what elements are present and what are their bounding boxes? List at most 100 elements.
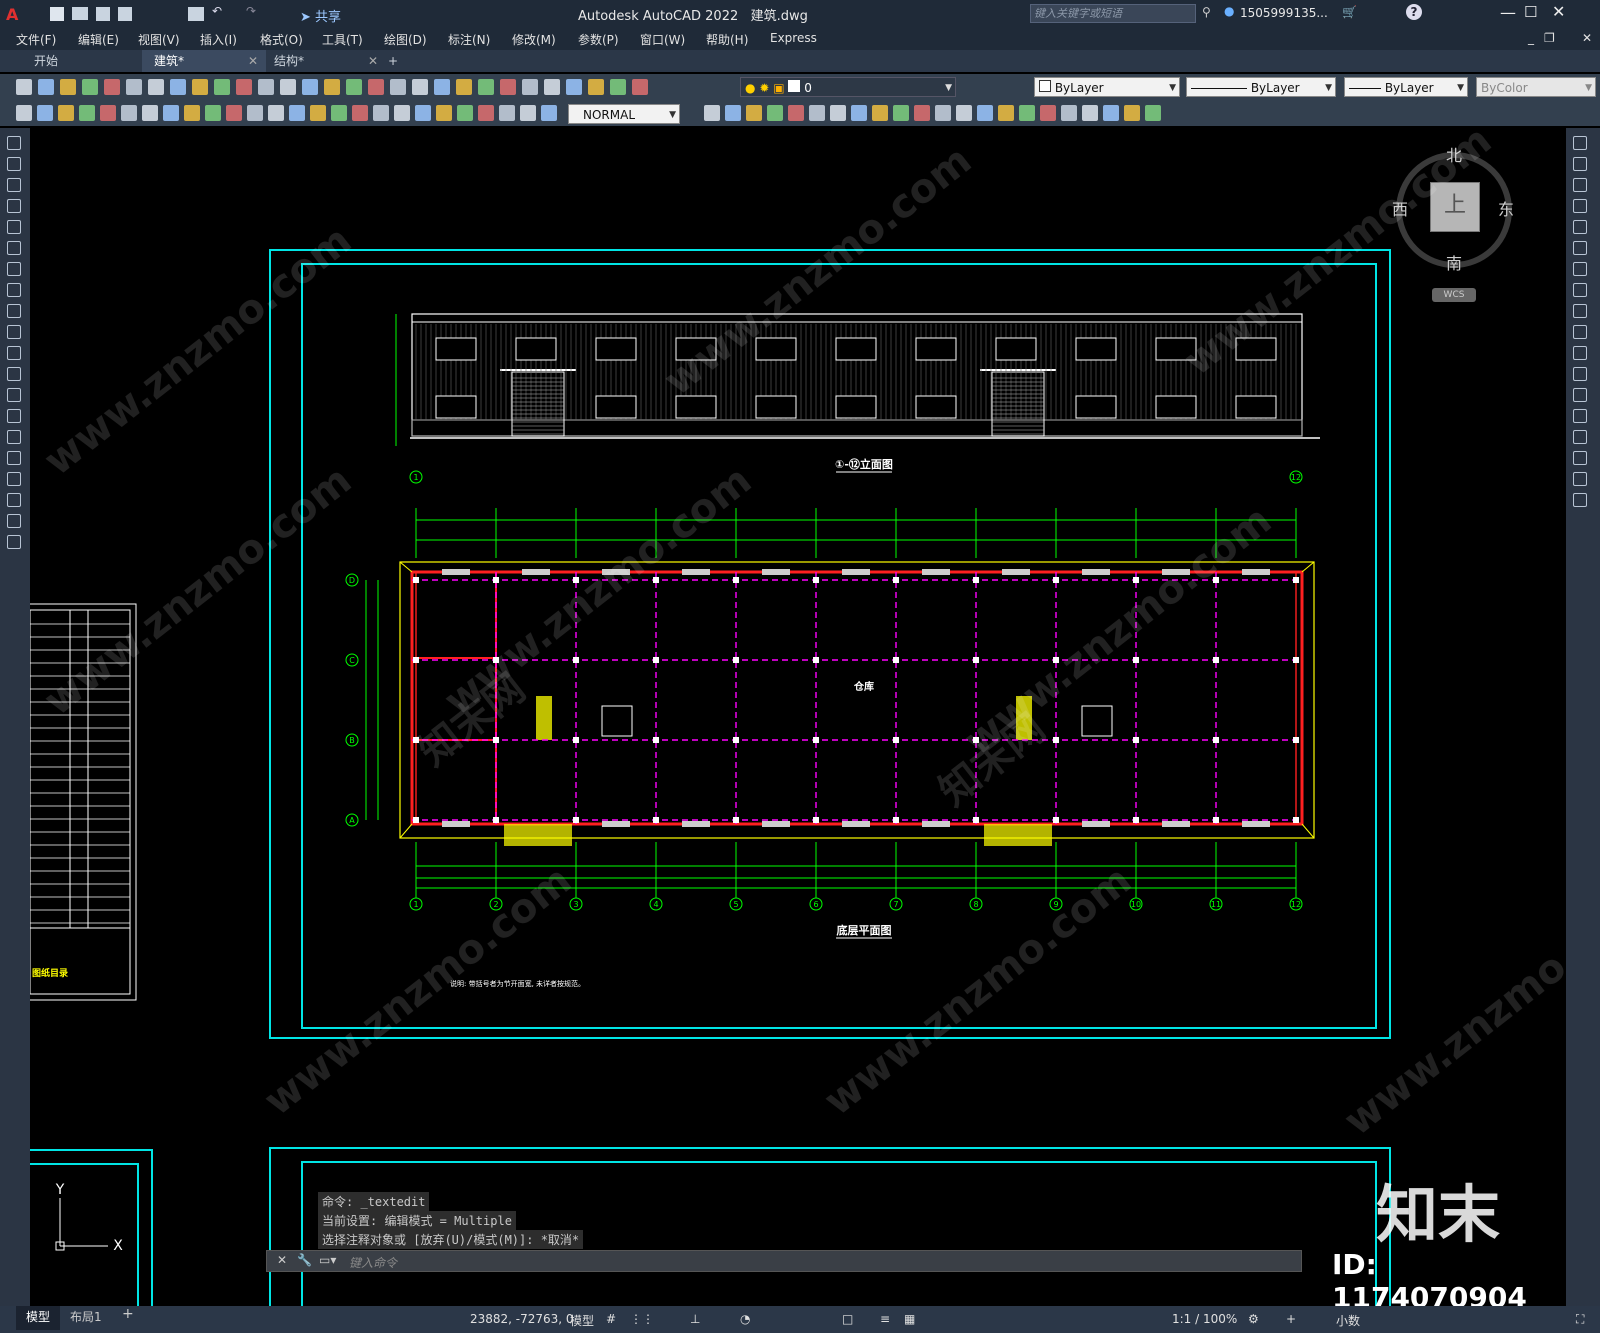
toolbar-tool-icon[interactable] [16,105,32,121]
search-icon[interactable]: ⚲ [1202,5,1211,19]
toolbar-tool-icon[interactable] [148,79,164,95]
menu-insert[interactable]: 插入(I) [200,31,237,48]
toolbar-tool-icon[interactable] [935,105,951,121]
palette-tool-icon[interactable] [1573,367,1587,381]
drawing-viewport[interactable]: 1 12 ①-⑫立面图 仓库 底层平面图 说明: 带括号者为节开面宽, 未详者按… [30,128,1566,1308]
palette-tool-icon[interactable] [1573,241,1587,255]
palette-tool-icon[interactable] [1573,199,1587,213]
qat-open-icon[interactable] [72,7,88,20]
toolbar-tool-icon[interactable] [280,79,296,95]
wcs-menu[interactable]: WCS [1432,288,1476,302]
qat-undo-icon[interactable]: ↶ [212,4,222,18]
toolbar-tool-icon[interactable] [16,79,32,95]
plotstyle-dropdown[interactable]: ByColor ▼ [1476,77,1596,97]
tab-model[interactable]: 模型 [16,1306,61,1330]
toolbar-tool-icon[interactable] [956,105,972,121]
menu-express[interactable]: Express [770,31,817,45]
toolbar-tool-icon[interactable] [610,79,626,95]
toolbar-tool-icon[interactable] [289,105,305,121]
autocad-logo-icon[interactable]: A [6,5,24,24]
color-dropdown[interactable]: ByLayer ▼ [1034,77,1180,97]
gear-icon[interactable]: ⚙ [1248,1312,1259,1326]
viewcube-east[interactable]: 东 [1498,196,1514,220]
layer-dropdown[interactable]: ● ✹ ▣ 0 ▼ [740,77,956,97]
doc-minimize-icon[interactable]: _ [1528,31,1534,45]
palette-tool-icon[interactable] [1573,346,1587,360]
toolbar-tool-icon[interactable] [100,105,116,121]
tab-layout1[interactable]: 布局1 [70,1308,102,1325]
palette-tool-icon[interactable] [7,346,21,360]
close-icon[interactable]: ✕ [1552,2,1565,21]
toolbar-tool-icon[interactable] [499,105,515,121]
toolbar-tool-icon[interactable] [310,105,326,121]
toolbar-tool-icon[interactable] [184,105,200,121]
palette-tool-icon[interactable] [7,199,21,213]
toolbar-tool-icon[interactable] [205,105,221,121]
palette-tool-icon[interactable] [7,220,21,234]
cart-icon[interactable]: 🛒 [1342,5,1357,19]
palette-tool-icon[interactable] [7,409,21,423]
snap-icon[interactable]: ⋮⋮ [630,1312,654,1326]
toolbar-tool-icon[interactable] [588,79,604,95]
menu-parametric[interactable]: 参数(P) [578,31,619,48]
toolbar-tool-icon[interactable] [566,79,582,95]
lineweight-dropdown[interactable]: ByLayer ▼ [1344,77,1468,97]
tab-structure[interactable]: 结构* ✕ [262,50,386,72]
menu-modify[interactable]: 修改(M) [512,31,556,48]
palette-tool-icon[interactable] [7,388,21,402]
palette-tool-icon[interactable] [1573,472,1587,486]
menu-dimension[interactable]: 标注(N) [448,31,490,48]
palette-tool-icon[interactable] [7,451,21,465]
menu-tools[interactable]: 工具(T) [322,31,363,48]
palette-tool-icon[interactable] [1573,493,1587,507]
toolbar-tool-icon[interactable] [632,79,648,95]
toolbar-tool-icon[interactable] [373,105,389,121]
tab-architecture[interactable]: 建筑* ✕ [142,50,266,72]
toolbar-tool-icon[interactable] [893,105,909,121]
toolbar-tool-icon[interactable] [302,79,318,95]
user-icon[interactable]: ● [1224,4,1234,18]
toolbar-tool-icon[interactable] [872,105,888,121]
toolbar-tool-icon[interactable] [541,105,557,121]
maximize-icon[interactable]: ☐ [1524,3,1537,21]
menu-format[interactable]: 格式(O) [260,31,303,48]
toolbar-tool-icon[interactable] [214,79,230,95]
tab-close-icon[interactable]: ✕ [248,50,258,72]
search-box[interactable]: 键入关键字或短语 [1030,4,1196,23]
palette-tool-icon[interactable] [7,367,21,381]
palette-tool-icon[interactable] [1573,325,1587,339]
toolbar-tool-icon[interactable] [1040,105,1056,121]
palette-tool-icon[interactable] [7,136,21,150]
palette-tool-icon[interactable] [1573,409,1587,423]
grid-icon[interactable]: # [606,1312,616,1326]
toolbar-tool-icon[interactable] [1019,105,1035,121]
toolbar-tool-icon[interactable] [121,105,137,121]
toolbar-tool-icon[interactable] [478,105,494,121]
user-name[interactable]: 1505999135... [1240,6,1328,20]
model-space-button[interactable]: 模型 [570,1312,594,1329]
dimstyle-dropdown[interactable]: NORMAL ▼ [568,104,680,124]
toolbar-tool-icon[interactable] [38,79,54,95]
plus-icon[interactable]: + [1286,1312,1296,1326]
menu-window[interactable]: 窗口(W) [640,31,685,48]
palette-tool-icon[interactable] [1573,136,1587,150]
viewcube-south[interactable]: 南 [1446,250,1462,274]
minimize-icon[interactable]: — [1500,3,1516,22]
palette-tool-icon[interactable] [7,472,21,486]
palette-tool-icon[interactable] [1573,283,1587,297]
qat-redo-icon[interactable]: ↷ [246,4,256,18]
toolbar-tool-icon[interactable] [977,105,993,121]
transparency-icon[interactable]: ▦ [904,1312,915,1326]
toolbar-tool-icon[interactable] [500,79,516,95]
palette-tool-icon[interactable] [7,535,21,549]
osnap-icon[interactable]: □ [842,1312,853,1326]
toolbar-tool-icon[interactable] [412,79,428,95]
command-settings-icon[interactable]: 🔧 [297,1253,312,1267]
qat-save-icon[interactable] [96,7,110,21]
help-icon[interactable]: ? [1406,4,1422,20]
toolbar-tool-icon[interactable] [324,79,340,95]
coordinates-readout[interactable]: 23882, -72763, 0 [470,1312,574,1326]
toolbar-tool-icon[interactable] [104,79,120,95]
units-display[interactable]: 小数 [1336,1312,1360,1329]
command-prompt-icon[interactable]: ▭▾ [319,1253,336,1267]
